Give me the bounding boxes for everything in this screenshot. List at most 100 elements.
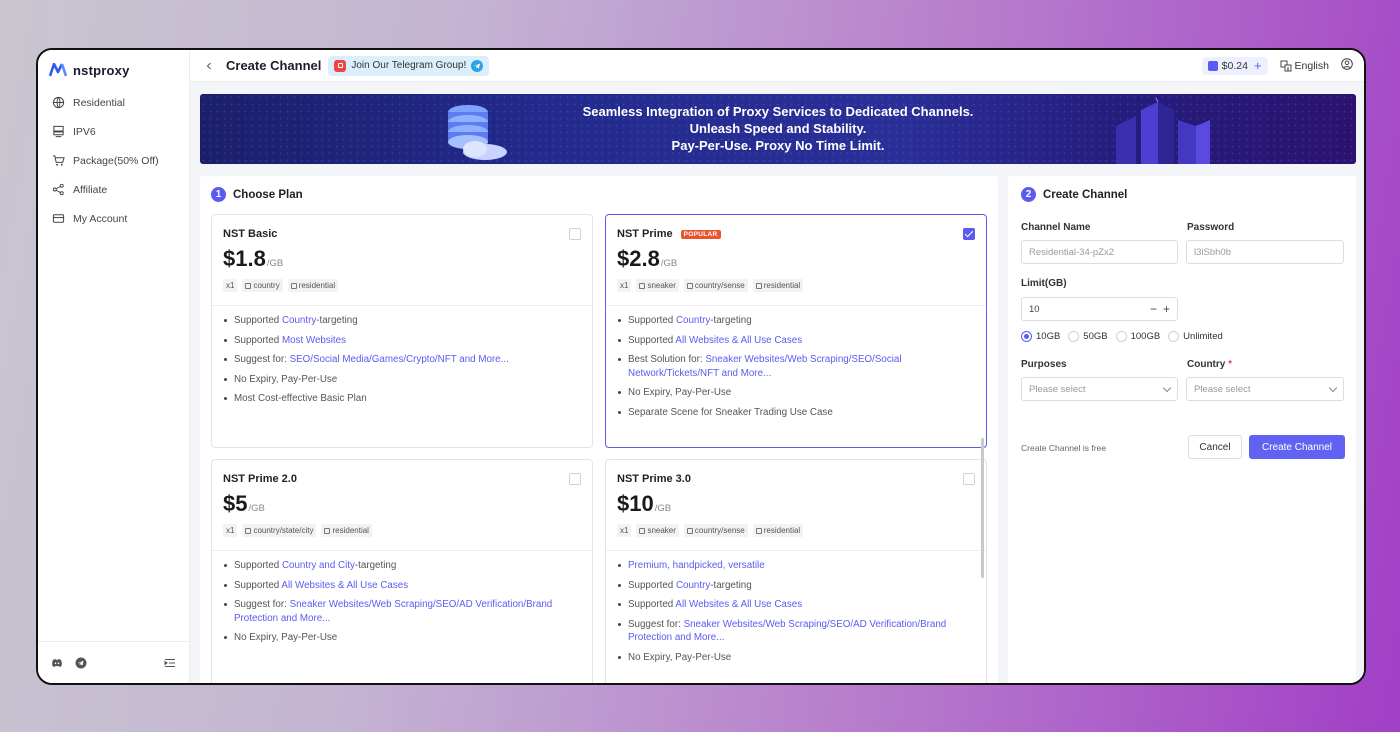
- sidebar-item-package[interactable]: Package(50% Off): [38, 146, 189, 175]
- tag-sneaker: sneaker: [636, 524, 679, 537]
- radio-dot: [1168, 331, 1180, 342]
- radio-unlimited[interactable]: Unlimited: [1168, 331, 1223, 342]
- telegram-banner[interactable]: Join Our Telegram Group!: [328, 55, 490, 76]
- step-number: 2: [1021, 187, 1036, 202]
- back-button[interactable]: [200, 57, 218, 75]
- radio-10gb[interactable]: 10GB: [1021, 331, 1060, 342]
- feature-item: No Expiry, Pay-Per-Use: [223, 631, 581, 645]
- feature-text: Supported: [628, 599, 676, 610]
- tag-text: residential: [763, 526, 801, 535]
- feature-item: Supported Most Websites: [223, 334, 581, 348]
- sidebar-footer: [38, 641, 189, 683]
- country-select[interactable]: Please select: [1186, 377, 1344, 401]
- user-icon: [1341, 58, 1353, 70]
- plan-name-text: NST Prime 2.0: [223, 473, 297, 485]
- purposes-select[interactable]: Please select: [1021, 377, 1178, 401]
- plan-card-nst-basic[interactable]: NST Basic $1.8 /GB x1 country residentia…: [211, 214, 593, 448]
- limit-value: 10: [1029, 303, 1040, 315]
- radio-label: 50GB: [1083, 331, 1108, 342]
- feature-highlight: Premium, handpicked, versatile: [628, 560, 765, 571]
- feature-highlight: Country and City: [281, 560, 355, 571]
- feature-list: Supported Country-targeting Supported Mo…: [223, 314, 581, 406]
- feature-text: Suggest for:: [234, 599, 290, 610]
- feature-list: Supported Country-targeting Supported Al…: [617, 314, 975, 419]
- logo[interactable]: nstproxy: [38, 50, 189, 82]
- divider: [606, 305, 986, 306]
- plan-name: NST Prime POPULAR: [617, 228, 975, 240]
- required-asterisk: *: [1228, 359, 1233, 370]
- plan-checkbox[interactable]: [569, 228, 581, 240]
- plan-checkbox[interactable]: [963, 228, 975, 240]
- feature-item: Supported Country and City-targeting: [223, 559, 581, 573]
- nstproxy-logo-icon: [49, 63, 67, 77]
- divider: [606, 550, 986, 551]
- plan-checkbox[interactable]: [963, 473, 975, 485]
- card-icon: [52, 214, 65, 223]
- telegram-icon[interactable]: [75, 657, 87, 669]
- scrollbar-thumb[interactable]: [981, 438, 984, 578]
- topbar: Create Channel Join Our Telegram Group! …: [190, 50, 1364, 82]
- feature-item: Suggest for: Sneaker Websites/Web Scrapi…: [223, 598, 581, 625]
- divider: [212, 305, 592, 306]
- plan-price: $5 /GB: [223, 491, 581, 517]
- add-funds-icon[interactable]: +: [1254, 58, 1262, 73]
- plan-card-nst-prime-2[interactable]: NST Prime 2.0 $5 /GB x1 country/state/ci…: [211, 459, 593, 683]
- grid-icon: [324, 527, 331, 534]
- tag-text: country: [253, 281, 280, 290]
- radio-50gb[interactable]: 50GB: [1068, 331, 1108, 342]
- limit-stepper[interactable]: 10 − +: [1021, 297, 1178, 321]
- password-label: Password: [1187, 222, 1235, 233]
- sidebar: nstproxy Residential IPV6 Package(50% Of…: [38, 50, 190, 683]
- sidebar-item-label: Package(50% Off): [73, 154, 159, 167]
- tag-multiplier: x1: [223, 524, 238, 537]
- sidebar-item-my-account[interactable]: My Account: [38, 204, 189, 233]
- plan-card-nst-prime-3[interactable]: NST Prime 3.0 $10 /GB x1 sneaker country…: [605, 459, 987, 683]
- gift-icon: [334, 59, 347, 72]
- create-channel-button[interactable]: Create Channel: [1249, 435, 1345, 459]
- balance-badge[interactable]: $0.24 +: [1201, 56, 1268, 75]
- choose-plan-panel: 1 Choose Plan NST Basic $1.8 /GB x1 coun…: [200, 176, 998, 683]
- sidebar-item-ipv6[interactable]: IPV6: [38, 117, 189, 146]
- radio-dot: [1115, 331, 1127, 342]
- plan-price: $2.8 /GB: [617, 246, 975, 272]
- tag-text: residential: [298, 281, 336, 290]
- radio-100gb[interactable]: 100GB: [1115, 331, 1160, 342]
- language-selector[interactable]: English: [1280, 60, 1329, 72]
- feature-item: No Expiry, Pay-Per-Use: [617, 386, 975, 400]
- sidebar-item-affiliate[interactable]: Affiliate: [38, 175, 189, 204]
- plan-tags: x1 country residential: [223, 279, 581, 292]
- feature-item: Best Solution for: Sneaker Websites/Web …: [617, 353, 975, 380]
- feature-text: -targeting: [710, 579, 752, 591]
- decrement-icon[interactable]: −: [1150, 302, 1157, 316]
- radio-dot: [1021, 331, 1032, 342]
- tag-multiplier: x1: [617, 524, 632, 537]
- plan-card-nst-prime[interactable]: NST Prime POPULAR $2.8 /GB x1 sneaker co…: [605, 214, 987, 448]
- increment-icon[interactable]: +: [1163, 302, 1170, 316]
- limit-label: Limit(GB): [1021, 278, 1067, 289]
- plan-checkbox[interactable]: [569, 473, 581, 485]
- feature-text: -targeting: [316, 315, 358, 326]
- plan-tags: x1 sneaker country/sense residential: [617, 524, 975, 537]
- feature-item: Supported Country-targeting: [617, 579, 975, 593]
- user-avatar[interactable]: [1341, 58, 1353, 73]
- feature-highlight: All Websites & All Use Cases: [675, 599, 803, 610]
- collapse-icon[interactable]: [164, 657, 176, 669]
- tag-text: residential: [763, 281, 801, 290]
- language-label: English: [1294, 59, 1329, 72]
- feature-text: Supported: [234, 334, 282, 346]
- cancel-button[interactable]: Cancel: [1188, 435, 1242, 459]
- plan-tags: x1 country/state/city residential: [223, 524, 581, 537]
- password-placeholder: l3iSbh0b: [1194, 246, 1231, 258]
- channel-name-input[interactable]: Residential-34-pZx2: [1021, 240, 1178, 264]
- sidebar-item-residential[interactable]: Residential: [38, 88, 189, 117]
- feature-item: Supported All Websites & All Use Cases: [617, 598, 975, 612]
- choose-plan-header: 1 Choose Plan: [211, 187, 303, 202]
- sidebar-item-label: IPV6: [73, 125, 96, 138]
- feature-item: Premium, handpicked, versatile: [617, 559, 975, 573]
- feature-text: Supported: [628, 334, 676, 346]
- tag-text: country/sense: [694, 281, 745, 290]
- price-unit: /GB: [266, 258, 284, 269]
- password-input[interactable]: l3iSbh0b: [1186, 240, 1344, 264]
- discord-icon[interactable]: [51, 657, 63, 669]
- tag-residential: residential: [752, 524, 804, 537]
